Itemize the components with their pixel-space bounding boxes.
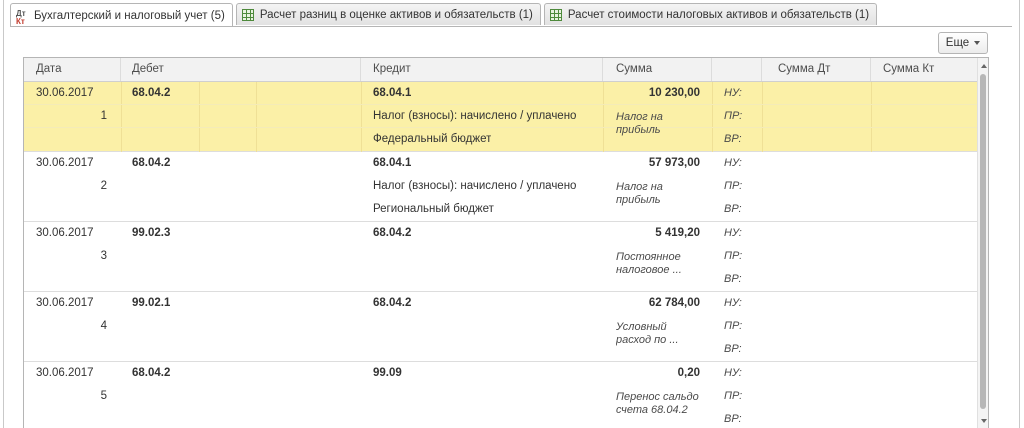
row-sum: 62 784,00: [648, 297, 700, 309]
row-credit: 68.04.2: [373, 297, 412, 309]
more-button-label: Еще: [945, 37, 970, 49]
row-nu-label: НУ:: [724, 157, 742, 169]
row-content: Налог на прибыль: [616, 111, 663, 136]
table-icon: [241, 8, 254, 21]
table-row[interactable]: 30.06.2017 1 68.04.2 68.04.1 Налог (взно…: [24, 82, 979, 152]
row-content: Постоянное налоговое ...: [616, 251, 682, 276]
row-credit-subconto2: Региональный бюджет: [373, 203, 494, 215]
table-row[interactable]: 30.06.2017 4 99.02.1 68.04.2 62 784,00 У…: [24, 292, 979, 362]
tab-underline: [10, 26, 1012, 27]
row-date: 30.06.2017: [36, 157, 94, 169]
row-date: 30.06.2017: [36, 87, 94, 99]
row-vr-label: ВР:: [724, 203, 742, 215]
row-credit-subconto2: Федеральный бюджет: [373, 133, 492, 145]
row-content: Налог на прибыль: [616, 181, 663, 206]
table-row[interactable]: 30.06.2017 5 68.04.2 99.09 0,20 Перенос …: [24, 362, 979, 428]
row-number: 3: [100, 250, 107, 262]
tab-label: Расчет разниц в оценке активов и обязате…: [259, 8, 533, 21]
row-credit-subconto1: Налог (взносы): начислено / уплачено: [373, 180, 577, 192]
row-debit: 99.02.1: [132, 297, 171, 309]
row-number: 2: [100, 180, 107, 192]
row-vr-label: ВР:: [724, 343, 742, 355]
row-nu-label: НУ:: [724, 227, 742, 239]
table-row[interactable]: 30.06.2017 2 68.04.2 68.04.1 Налог (взно…: [24, 152, 979, 222]
row-sum: 5 419,20: [655, 227, 700, 239]
entries-table: Дата Дебет Кредит Сумма Сумма Дт Сумма К…: [23, 57, 989, 428]
row-nu-label: НУ:: [724, 87, 742, 99]
table-icon: [549, 8, 562, 21]
row-debit: 68.04.2: [132, 157, 171, 169]
column-header-type[interactable]: [712, 58, 762, 81]
tab-bar: Дт Кт Бухгалтерский и налоговый учет (5) …: [10, 3, 880, 27]
row-credit: 68.04.2: [373, 227, 412, 239]
row-pr-label: ПР:: [724, 390, 743, 402]
row-number: 5: [100, 390, 107, 402]
scroll-down-icon[interactable]: [981, 419, 987, 423]
tab-tax-assets[interactable]: Расчет стоимости налоговых активов и обя…: [543, 3, 878, 25]
column-header-sum[interactable]: Сумма: [603, 58, 712, 81]
row-debit: 68.04.2: [132, 87, 171, 99]
column-header-debit[interactable]: Дебет: [121, 58, 361, 81]
column-header-credit[interactable]: Кредит: [361, 58, 603, 81]
row-nu-label: НУ:: [724, 297, 742, 309]
row-pr-label: ПР:: [724, 180, 743, 192]
tab-accounting[interactable]: Дт Кт Бухгалтерский и налоговый учет (5): [10, 3, 233, 27]
column-header-sum-kt[interactable]: Сумма Кт: [871, 58, 979, 81]
dt-kt-icon: Дт Кт: [16, 8, 26, 26]
row-pr-label: ПР:: [724, 320, 743, 332]
tab-label: Расчет стоимости налоговых активов и обя…: [567, 8, 870, 21]
row-pr-label: ПР:: [724, 250, 743, 262]
row-date: 30.06.2017: [36, 297, 94, 309]
table-header: Дата Дебет Кредит Сумма Сумма Дт Сумма К…: [24, 58, 979, 82]
row-sum: 0,20: [677, 367, 700, 379]
row-credit: 99.09: [373, 367, 402, 379]
row-vr-label: ВР:: [724, 273, 742, 285]
row-credit: 68.04.1: [373, 87, 412, 99]
vertical-scrollbar[interactable]: [977, 58, 988, 428]
table-row[interactable]: 30.06.2017 3 99.02.3 68.04.2 5 419,20 По…: [24, 222, 979, 292]
row-credit-subconto1: Налог (взносы): начислено / уплачено: [373, 110, 577, 122]
row-pr-label: ПР:: [724, 110, 743, 122]
row-date: 30.06.2017: [36, 367, 94, 379]
row-sum: 57 973,00: [648, 157, 700, 169]
column-header-date[interactable]: Дата: [24, 58, 121, 81]
row-number: 4: [100, 320, 107, 332]
scroll-thumb[interactable]: [980, 74, 986, 409]
scroll-up-icon[interactable]: [981, 64, 987, 68]
row-date: 30.06.2017: [36, 227, 94, 239]
row-content: Перенос сальдо счета 68.04.2: [616, 391, 699, 416]
row-credit: 68.04.1: [373, 157, 412, 169]
chevron-down-icon: [974, 41, 981, 45]
row-content: Условный расход по ...: [616, 321, 679, 346]
row-debit: 99.02.3: [132, 227, 171, 239]
row-vr-label: ВР:: [724, 413, 742, 425]
row-vr-label: ВР:: [724, 133, 742, 145]
row-debit: 68.04.2: [132, 367, 171, 379]
row-sum: 10 230,00: [648, 87, 700, 99]
tab-label: Бухгалтерский и налоговый учет (5): [34, 9, 225, 22]
row-nu-label: НУ:: [724, 367, 742, 379]
row-number: 1: [100, 110, 107, 122]
column-header-sum-dt[interactable]: Сумма Дт: [762, 58, 871, 81]
more-button[interactable]: Еще: [938, 32, 988, 54]
tab-differences[interactable]: Расчет разниц в оценке активов и обязате…: [235, 3, 541, 25]
